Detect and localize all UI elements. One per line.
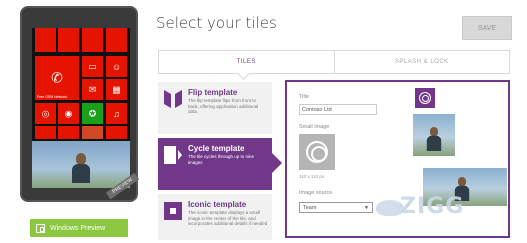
ring-logo-icon xyxy=(419,92,431,104)
iconic-template-option[interactable]: Iconic template The iconic template disp… xyxy=(158,194,272,240)
selected-pointer xyxy=(272,153,282,173)
small-image-picker[interactable] xyxy=(299,134,335,170)
ring-logo-icon xyxy=(306,141,328,163)
top-tile xyxy=(35,28,56,52)
template-title: Iconic template xyxy=(188,200,247,209)
office-tile xyxy=(82,126,103,139)
tab-bar: TILES SPLASH & LOCK xyxy=(158,50,510,74)
watermark: ZIGG xyxy=(400,194,465,219)
template-description: The iconic template displays a small ima… xyxy=(188,210,268,226)
template-description: The tile cycles through up to nine image… xyxy=(188,154,255,165)
message-icon: ▭ xyxy=(88,61,97,71)
title-label: Title xyxy=(299,94,310,100)
iconic-icon xyxy=(164,202,182,220)
small-tile-preview xyxy=(415,88,435,108)
phone-start-screen: ✆ Free GSM Network ▭ ☺ ✉ ▦ ◎ ◉ ✪ ♫ xyxy=(32,28,130,188)
image-source-select[interactable]: Team ▼ xyxy=(299,202,373,213)
template-title: Flip template xyxy=(188,88,238,97)
phone-tile: ✆ Free GSM Network xyxy=(35,56,79,100)
cycle-template-option[interactable]: Cycle template The tile cycles through u… xyxy=(158,138,272,190)
cycle-icon xyxy=(164,146,182,164)
small-image-size: 110 x 110 px xyxy=(299,174,325,179)
title-input[interactable]: Contoso Ltd xyxy=(299,104,377,115)
camera-tile: ◉ xyxy=(58,103,79,124)
small-tile xyxy=(106,126,127,139)
mail-icon: ✉ xyxy=(88,84,97,94)
windows-preview-label: Windows Preview xyxy=(50,224,106,232)
image-source-value: Team xyxy=(303,205,317,211)
medium-tile-preview xyxy=(413,114,455,156)
person-photo xyxy=(72,153,90,183)
tile-caption: Free GSM Network xyxy=(37,95,67,99)
flip-template-option[interactable]: Flip template The flip template flips fr… xyxy=(158,82,272,134)
tab-splash-lock[interactable]: SPLASH & LOCK xyxy=(334,51,509,73)
small-tile xyxy=(35,126,56,139)
camera-icon: ◉ xyxy=(64,108,73,118)
calendar-icon: ▦ xyxy=(112,84,121,94)
messaging-tile: ▭ xyxy=(82,56,103,77)
page-title: Select your tiles xyxy=(156,14,277,32)
flip-icon xyxy=(164,90,182,108)
tab-tiles[interactable]: TILES xyxy=(159,51,335,73)
people-tile: ☺ xyxy=(106,56,127,77)
top-tile xyxy=(58,28,79,52)
people-icon: ☺ xyxy=(111,61,122,72)
small-image-label: Small image xyxy=(299,124,330,130)
xbox-tile: ✪ xyxy=(82,103,103,124)
phone-icon: ✆ xyxy=(51,69,63,86)
small-tile xyxy=(58,126,79,139)
music-tile: ♫ xyxy=(106,103,127,124)
template-title: Cycle template xyxy=(188,144,245,153)
globe-icon: ◎ xyxy=(41,108,50,118)
mail-tile: ✉ xyxy=(82,79,103,100)
windows-preview-button[interactable]: Windows Preview xyxy=(30,219,128,237)
windows-phone-icon xyxy=(36,223,45,233)
phone-mockup: ✆ Free GSM Network ▭ ☺ ✉ ▦ ◎ ◉ ✪ ♫ PREVI… xyxy=(20,6,140,202)
calendar-tile: ▦ xyxy=(106,79,127,100)
template-description: The flip template flips from front to ba… xyxy=(188,98,259,114)
photo-tile xyxy=(32,141,130,188)
top-tile xyxy=(82,28,103,52)
top-tile xyxy=(106,28,127,52)
headphones-icon: ♫ xyxy=(113,108,120,119)
dropdown-caret-icon: ▼ xyxy=(364,205,369,211)
save-button[interactable]: SAVE xyxy=(462,16,512,40)
person-photo xyxy=(426,127,442,151)
image-source-label: Image source xyxy=(299,190,333,196)
browser-tile: ◎ xyxy=(35,103,56,124)
gamepad-icon: ✪ xyxy=(88,108,97,118)
